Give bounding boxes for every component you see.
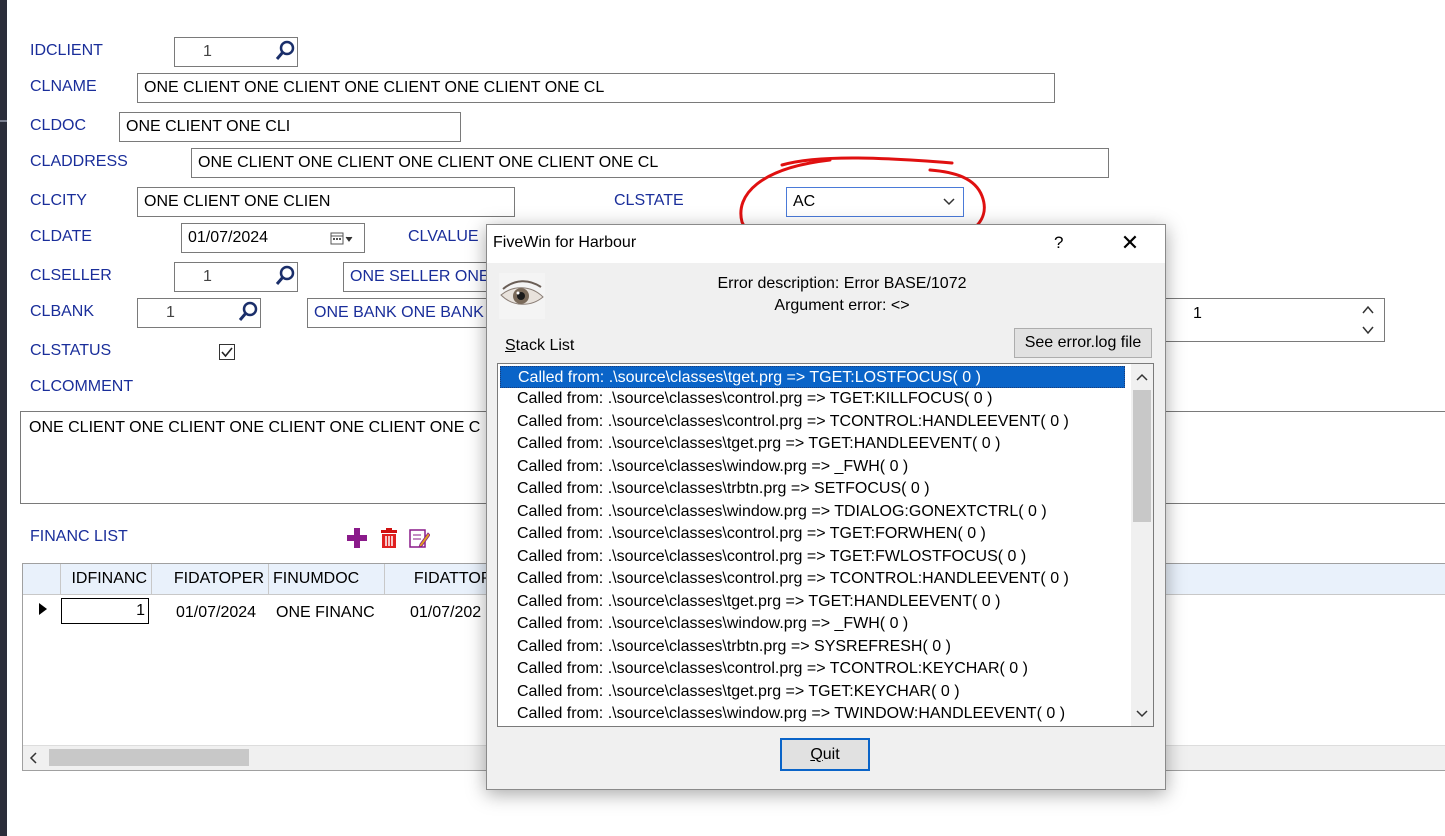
clseller-value: 1: [203, 268, 212, 285]
stack-item[interactable]: Called from: .\source\classes\window.prg…: [500, 456, 1125, 478]
stack-item[interactable]: Called from: .\source\classes\tget.prg =…: [500, 433, 1125, 455]
eye-icon: [499, 273, 545, 319]
label-clvalue: CLVALUE: [408, 228, 479, 245]
cell-idfinanc[interactable]: 1: [61, 598, 149, 624]
col-header-finumdoc[interactable]: FINUMDOC: [269, 564, 385, 594]
stack-item[interactable]: Called from: .\source\classes\window.prg…: [500, 613, 1125, 635]
stack-list[interactable]: Called from: .\source\classes\tget.prg =…: [497, 363, 1154, 727]
clcity-field[interactable]: ONE CLIENT ONE CLIEN: [137, 187, 515, 217]
cell-fidattopa: 01/07/202: [410, 604, 482, 621]
label-cldoc: CLDOC: [30, 117, 87, 134]
close-button[interactable]: ✕: [1115, 231, 1145, 257]
label-clcomment: CLCOMMENT: [30, 378, 134, 395]
cldate-value: 01/07/2024: [188, 229, 269, 246]
spin-value: 1: [1193, 305, 1202, 322]
cell-fidatoper: 01/07/2024: [176, 604, 257, 621]
quit-button[interactable]: Quit: [780, 738, 870, 771]
clname-field[interactable]: ONE CLIENT ONE CLIENT ONE CLIENT ONE CLI…: [137, 73, 1055, 103]
label-clname: CLNAME: [30, 78, 97, 95]
clbank-value: 1: [166, 304, 175, 321]
label-clbank: CLBANK: [30, 303, 95, 320]
spin-field[interactable]: 1: [1150, 298, 1385, 342]
scroll-down-icon[interactable]: [1136, 710, 1148, 718]
clstatus-checkbox[interactable]: [219, 344, 235, 360]
grid-header-indicator: [23, 564, 61, 594]
window-edge: [0, 0, 7, 836]
stack-item[interactable]: Called from: .\source\classes\control.pr…: [500, 523, 1125, 545]
stack-item[interactable]: Called from: .\source\classes\control.pr…: [500, 568, 1125, 590]
stack-item[interactable]: Called from: .\source\classes\trbtn.prg …: [500, 636, 1125, 658]
label-claddress: CLADDRESS: [30, 153, 128, 170]
stack-scroll-thumb[interactable]: [1133, 390, 1151, 522]
claddress-field[interactable]: ONE CLIENT ONE CLIENT ONE CLIENT ONE CLI…: [191, 148, 1109, 178]
col-header-fidatoper[interactable]: FIDATOPER: [152, 564, 269, 594]
clseller-name-field: ONE SELLER ONE: [343, 262, 503, 292]
label-clcity: CLCITY: [30, 192, 87, 209]
error-dialog: FiveWin for Harbour ? ✕ Error descriptio…: [486, 224, 1166, 790]
cldate-field[interactable]: 01/07/2024: [181, 223, 365, 253]
stack-item[interactable]: Called from: .\source\classes\window.prg…: [500, 703, 1125, 725]
checkmark-icon: [221, 347, 233, 358]
stack-item[interactable]: Called from: .\source\classes\trbtn.prg …: [500, 478, 1125, 500]
argument-error: Argument error: <>: [774, 297, 910, 314]
label-idclient: IDCLIENT: [30, 42, 103, 59]
stack-item[interactable]: Called from: .\source\classes\control.pr…: [500, 411, 1125, 433]
stack-item[interactable]: Called from: .\source\classes\tget.prg =…: [500, 366, 1125, 388]
calendar-dropdown-icon[interactable]: [330, 232, 354, 246]
dialog-titlebar[interactable]: FiveWin for Harbour ? ✕: [487, 225, 1165, 263]
error-description: Error description: Error BASE/1072: [717, 275, 967, 292]
clseller-lookup-icon[interactable]: [274, 265, 296, 287]
stack-item[interactable]: Called from: .\source\classes\tget.prg =…: [500, 681, 1125, 703]
spin-arrows-icon[interactable]: [1362, 303, 1374, 337]
clstate-value: AC: [793, 193, 816, 210]
clbank-lookup-icon[interactable]: [237, 301, 259, 323]
delete-icon[interactable]: [378, 527, 400, 549]
label-clseller: CLSELLER: [30, 267, 112, 284]
help-button[interactable]: ?: [1054, 233, 1063, 253]
clstate-select[interactable]: AC: [786, 187, 964, 217]
scroll-up-icon[interactable]: [1136, 373, 1148, 381]
cell-finumdoc: ONE FINANC: [276, 604, 375, 621]
see-log-button[interactable]: See error.log file: [1014, 328, 1152, 358]
add-icon[interactable]: [346, 527, 368, 549]
label-financ-list: FINANC LIST: [30, 528, 128, 545]
label-clstatus: CLSTATUS: [30, 342, 112, 359]
idclient-lookup-icon[interactable]: [274, 40, 296, 62]
edit-icon[interactable]: [408, 527, 430, 549]
stack-item[interactable]: Called from: .\source\classes\control.pr…: [500, 388, 1125, 410]
dialog-title: FiveWin for Harbour: [493, 234, 637, 251]
stack-vertical-scrollbar[interactable]: [1131, 364, 1153, 726]
clbank-name-field: ONE BANK ONE BANK: [307, 298, 507, 328]
stack-list-label: Stack List: [505, 337, 575, 354]
stack-item[interactable]: Called from: .\source\classes\tget.prg =…: [500, 591, 1125, 613]
col-header-idfinanc[interactable]: IDFINANC: [61, 564, 152, 594]
scroll-left-icon[interactable]: [29, 752, 37, 764]
label-clstate: CLSTATE: [614, 192, 684, 209]
row-indicator-icon: [39, 603, 47, 615]
stack-item[interactable]: Called from: .\source\classes\window.prg…: [500, 501, 1125, 523]
chevron-down-icon: [943, 198, 955, 206]
stack-item[interactable]: Called from: .\source\classes\control.pr…: [500, 546, 1125, 568]
label-cldate: CLDATE: [30, 228, 92, 245]
idclient-value: 1: [203, 43, 212, 60]
scroll-thumb[interactable]: [49, 749, 249, 766]
cldoc-field[interactable]: ONE CLIENT ONE CLI: [119, 112, 461, 142]
window-edge-notch: [0, 120, 7, 122]
stack-item[interactable]: Called from: .\source\classes\control.pr…: [500, 658, 1125, 680]
